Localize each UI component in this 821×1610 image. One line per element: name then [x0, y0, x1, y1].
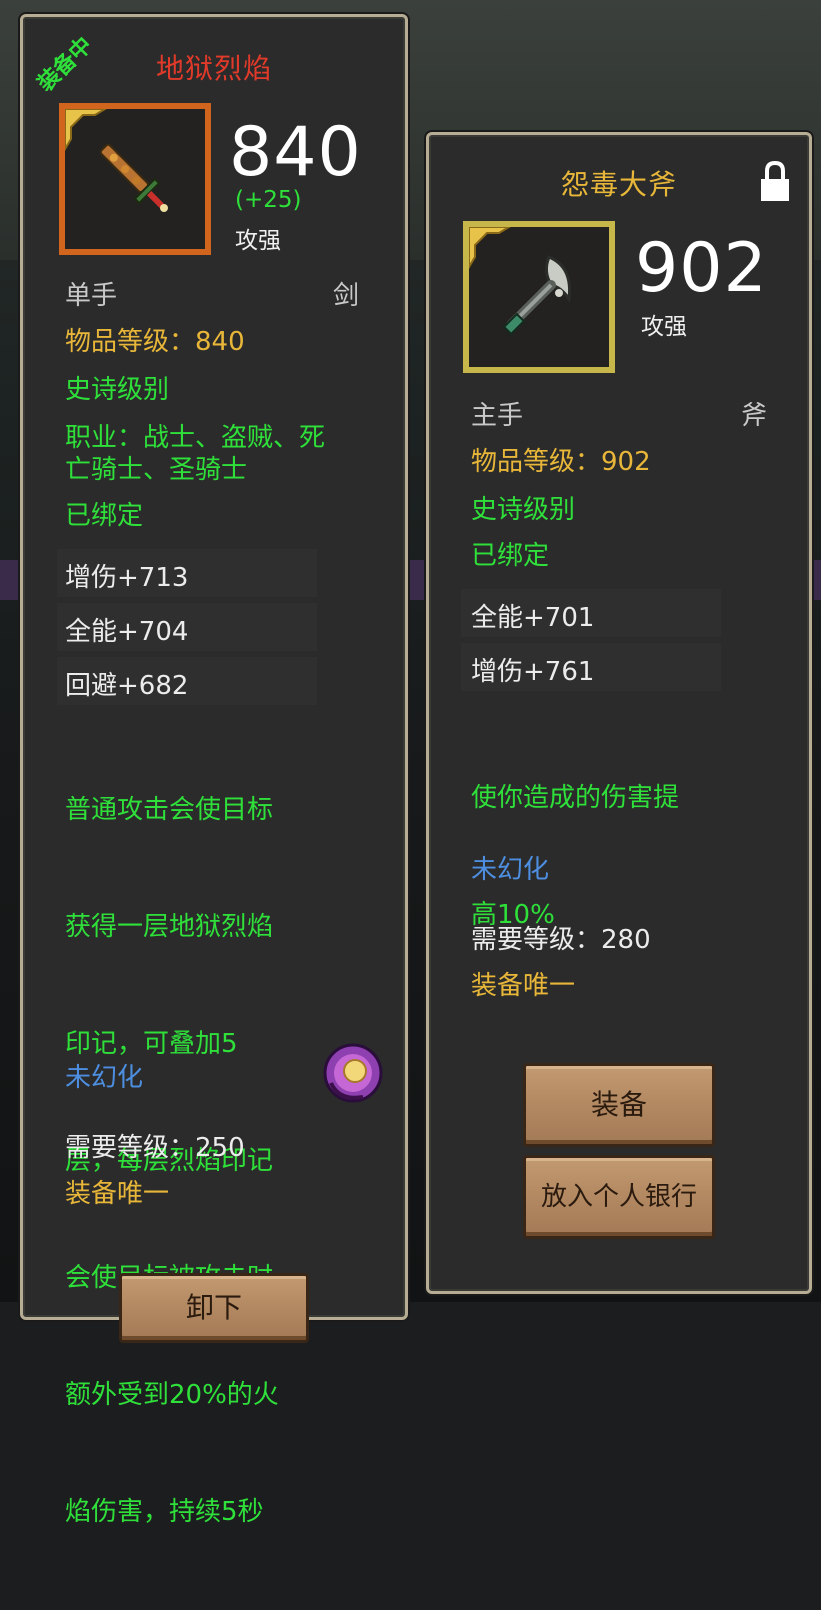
stat-versatility: 全能+701 — [471, 603, 595, 633]
transmog-status: 未幻化 — [471, 855, 550, 885]
stat-damage: 增伤+761 — [471, 657, 595, 687]
bind-status: 已绑定 — [471, 541, 550, 571]
attack-power-value: 840 — [229, 113, 362, 192]
lock-icon[interactable] — [759, 161, 791, 203]
effect-line: 使你造成的伤害提 — [471, 783, 680, 813]
bind-status: 已绑定 — [65, 501, 144, 531]
item-icon-frame[interactable] — [59, 103, 211, 255]
stat-versatility: 全能+704 — [65, 617, 189, 647]
required-level: 需要等级：250 — [65, 1133, 245, 1163]
effect-line: 获得一层地狱烈焰 — [65, 912, 274, 942]
weapon-type: 斧 — [741, 401, 768, 431]
stat-damage: 增伤+713 — [65, 563, 189, 593]
hand-slot: 主手 — [471, 401, 524, 431]
attack-power-value: 902 — [635, 229, 768, 308]
item-level: 物品等级：902 — [471, 447, 651, 477]
bank-button[interactable]: 放入个人银行 — [523, 1155, 715, 1239]
stat-dodge: 回避+682 — [65, 671, 189, 701]
transmog-status: 未幻化 — [65, 1063, 144, 1093]
attack-power-label: 攻强 — [641, 314, 687, 340]
item-icon-frame[interactable] — [463, 221, 615, 373]
item-level: 物品等级：840 — [65, 327, 245, 357]
hand-slot: 单手 — [65, 281, 118, 311]
transmog-orb-icon[interactable] — [319, 1039, 387, 1107]
equipped-item-tooltip: 装备中 地狱烈焰 840 (+25) 攻强 单手 剑 物品等级：840 史诗级别… — [20, 14, 408, 1527]
unique-equipped: 装备唯一 — [471, 971, 576, 1001]
effect-line: 普通攻击会使目标 — [65, 795, 274, 825]
effect-line: 焰伤害，持续5秒 — [65, 1497, 264, 1527]
required-level: 需要等级：280 — [471, 925, 651, 955]
axe-icon — [502, 255, 572, 336]
sword-icon — [99, 143, 168, 212]
item-title: 怨毒大斧 — [560, 168, 677, 201]
class-requirement-line2: 亡骑士、圣骑士 — [65, 455, 248, 485]
compare-item-tooltip: 怨毒大斧 902 攻强 主手 斧 物品等级：902 史诗级别 已绑定 全能+70… — [426, 132, 812, 1294]
weapon-type: 剑 — [333, 281, 360, 311]
attack-power-delta: (+25) — [235, 187, 302, 213]
unequip-button[interactable]: 卸下 — [119, 1273, 309, 1343]
equip-button[interactable]: 装备 — [523, 1063, 715, 1147]
item-quality: 史诗级别 — [471, 495, 576, 525]
effect-line: 额外受到20%的火 — [65, 1380, 279, 1410]
item-title: 地狱烈焰 — [155, 52, 272, 85]
unique-equipped: 装备唯一 — [65, 1179, 170, 1209]
attack-power-label: 攻强 — [235, 228, 281, 254]
item-quality: 史诗级别 — [65, 375, 170, 405]
